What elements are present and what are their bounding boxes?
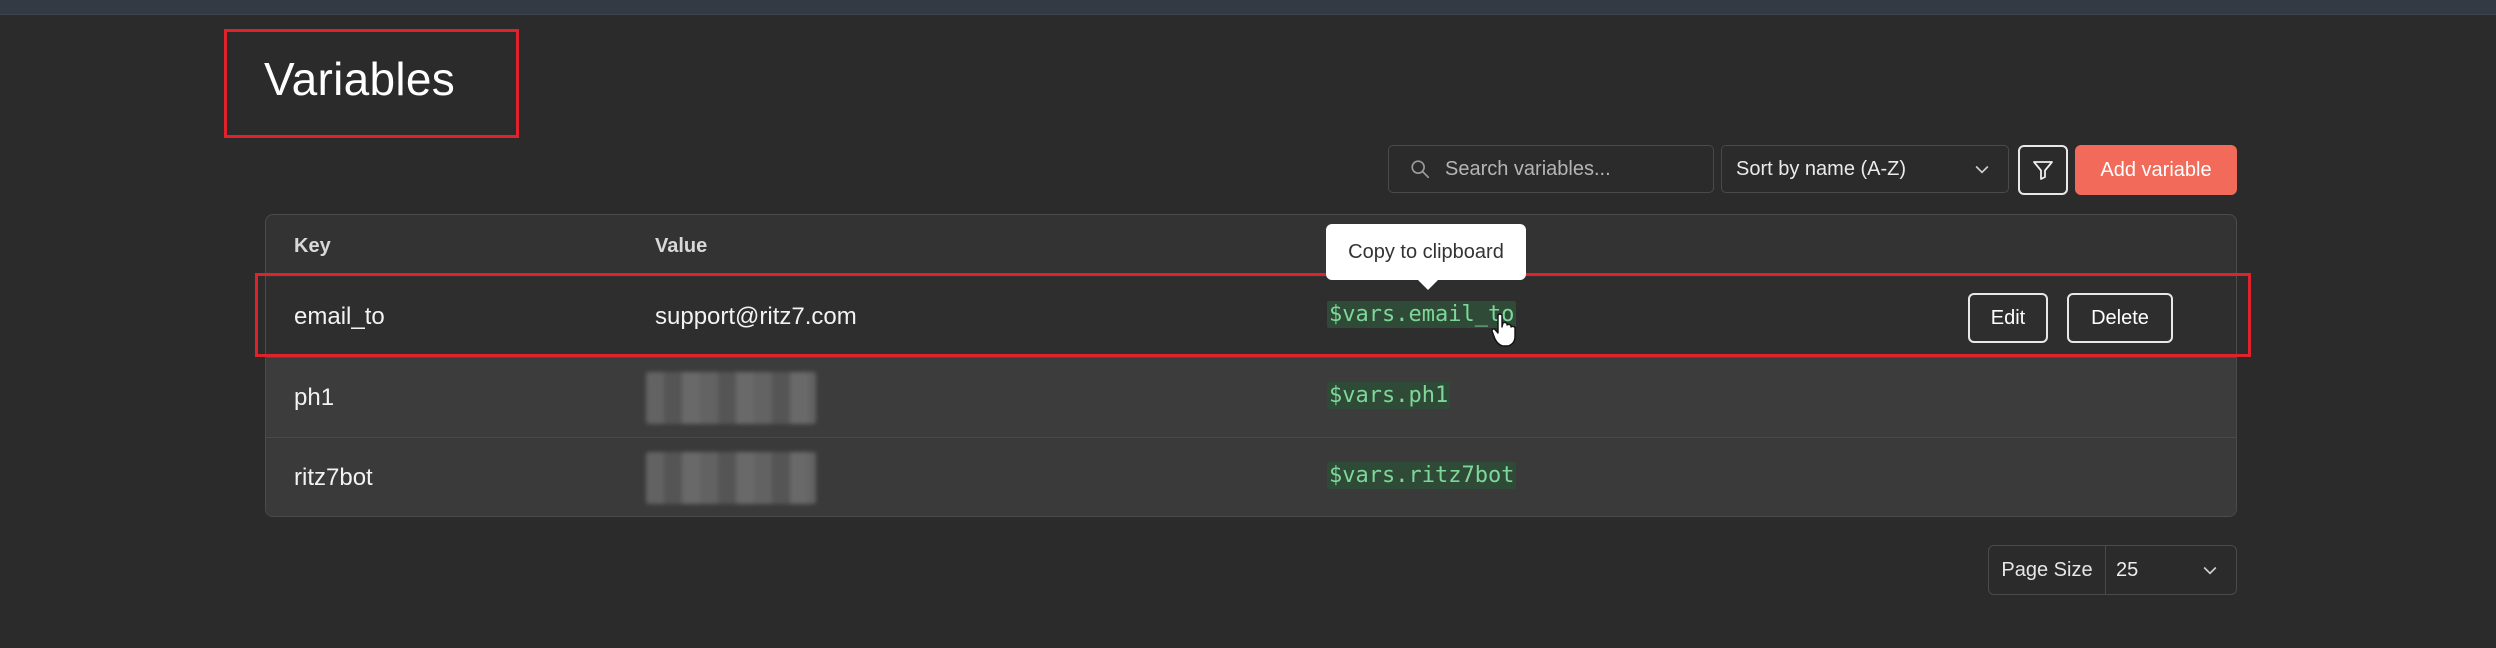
- delete-button[interactable]: Delete: [2067, 293, 2173, 343]
- hand-cursor-icon: [1491, 313, 1516, 347]
- sort-select-label: Sort by name (A-Z): [1736, 157, 1907, 180]
- page-size-value: 25: [2116, 558, 2139, 581]
- sort-select[interactable]: Sort by name (A-Z): [1721, 145, 2009, 193]
- row-reference-code[interactable]: $vars.email_to: [1327, 301, 1517, 328]
- top-bar: [0, 0, 2496, 15]
- tooltip-arrow: [1418, 280, 1438, 290]
- search-icon: [1411, 160, 1430, 179]
- copy-tooltip: Copy to clipboard: [1326, 224, 1526, 290]
- row-key: ph1: [294, 384, 335, 411]
- page-size-control[interactable]: Page Size 25: [1988, 545, 2237, 595]
- row-reference-code[interactable]: $vars.ph1: [1327, 382, 1451, 409]
- row-value: support@ritz7.com: [655, 303, 857, 330]
- column-header-value: Value: [655, 235, 708, 257]
- chevron-down-icon: [1975, 165, 1989, 174]
- filter-icon: [2033, 161, 2053, 180]
- redacted-value: [646, 452, 816, 504]
- variables-table: Key Value email_to support@ritz7.com $va…: [265, 214, 2237, 517]
- page-title: Variables: [264, 53, 456, 105]
- row-key: email_to: [294, 303, 385, 330]
- row-key: ritz7bot: [294, 464, 373, 491]
- edit-button[interactable]: Edit: [1968, 293, 2048, 343]
- add-variable-button[interactable]: Add variable: [2075, 145, 2237, 195]
- tooltip-text: Copy to clipboard: [1348, 240, 1504, 263]
- redacted-value: [646, 372, 816, 424]
- chevron-down-icon: [2203, 566, 2217, 575]
- search-box[interactable]: [1388, 145, 1714, 193]
- table-header: Key Value: [266, 215, 2236, 277]
- table-row: ph1 $vars.ph1: [266, 357, 2236, 437]
- search-input[interactable]: [1443, 156, 1697, 182]
- table-row: email_to support@ritz7.com $vars.email_t…: [266, 277, 2236, 357]
- page-size-label: Page Size: [1989, 546, 2106, 594]
- row-reference-code[interactable]: $vars.ritz7bot: [1327, 462, 1517, 489]
- column-header-key: Key: [294, 235, 331, 257]
- filter-button[interactable]: [2018, 145, 2068, 195]
- table-row: ritz7bot $vars.ritz7bot: [266, 437, 2236, 516]
- page-size-select[interactable]: 25: [2106, 546, 2236, 594]
